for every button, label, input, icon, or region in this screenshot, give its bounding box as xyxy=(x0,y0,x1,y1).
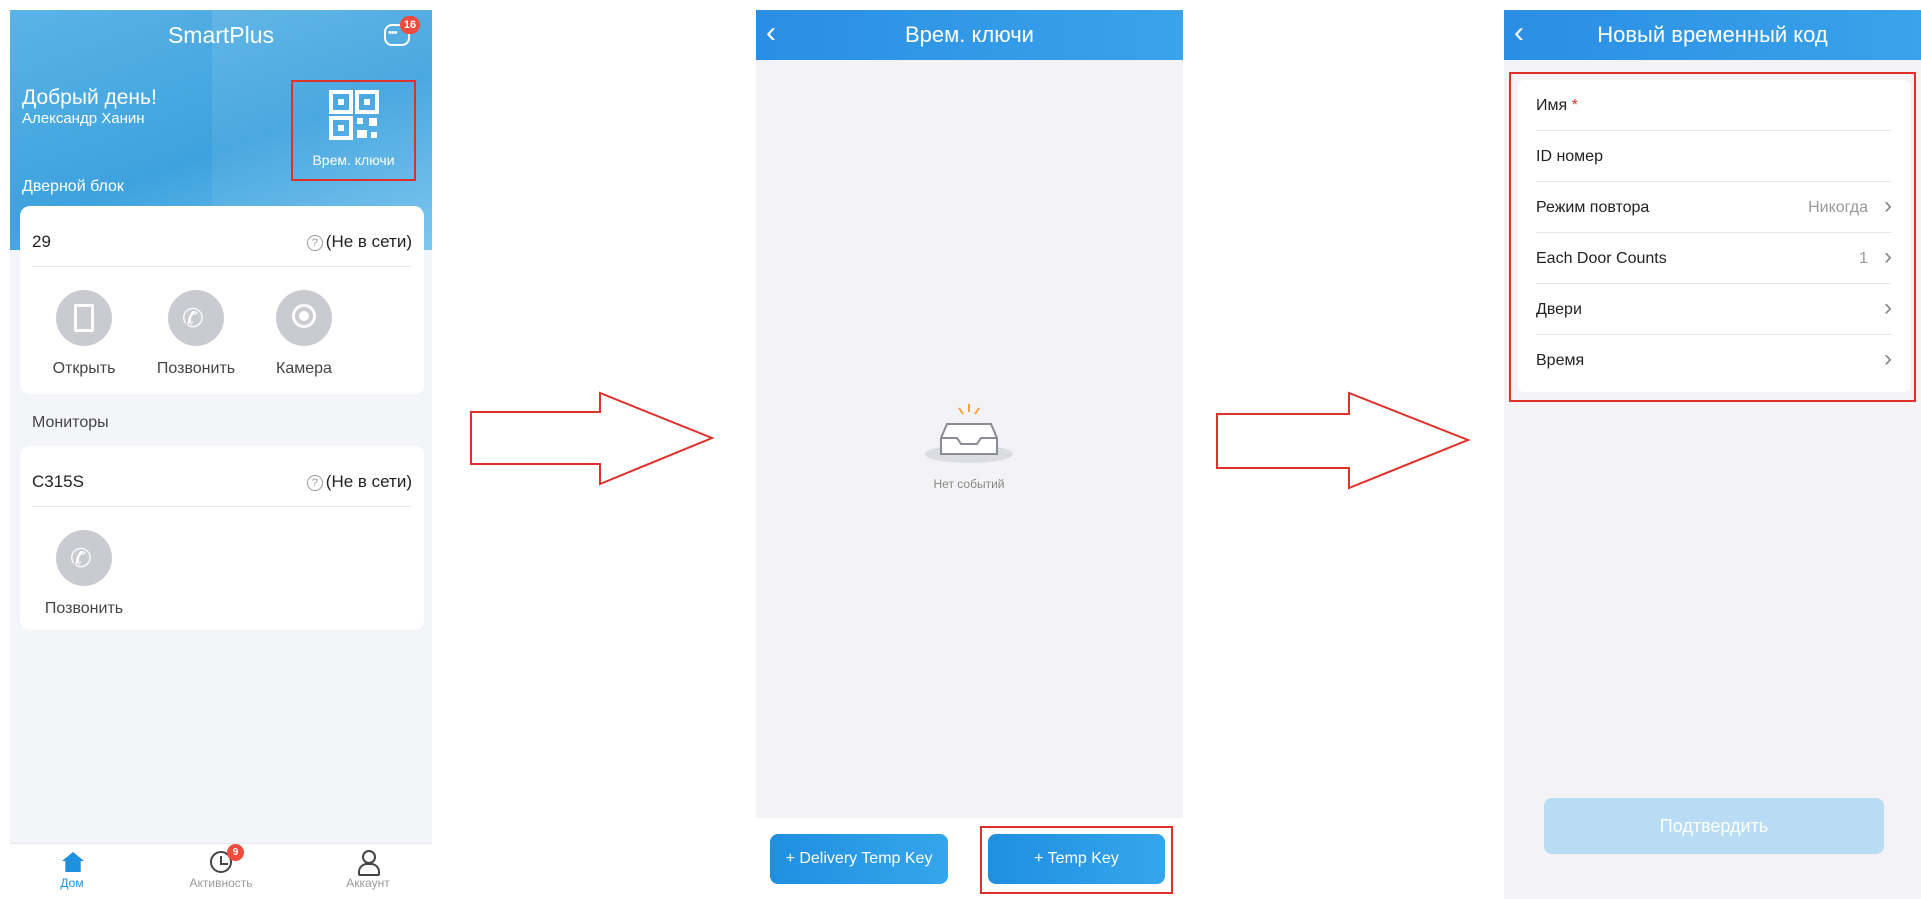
bottom-tab-bar: Дом 9 Активность Аккаунт xyxy=(10,843,432,899)
door-icon xyxy=(56,290,112,346)
help-icon[interactable]: ? xyxy=(306,475,323,491)
empty-state: Нет событий xyxy=(919,400,1019,491)
divider xyxy=(32,506,412,507)
monitor-device-name: C315S xyxy=(32,472,84,491)
monitor-device-status: ? (Не в сети) xyxy=(306,472,412,492)
tab-activity[interactable]: 9 Активность xyxy=(171,844,271,890)
monitor-call-label: Позвонить xyxy=(44,600,124,617)
camera-action[interactable]: Камера xyxy=(252,290,356,378)
chevron-right-icon: › xyxy=(1884,294,1892,321)
call-action[interactable]: ✆ Позвонить xyxy=(144,290,248,378)
tab-home[interactable]: Дом xyxy=(22,850,122,890)
door-device-name: 29 xyxy=(32,232,51,251)
camera-label: Камера xyxy=(276,360,332,377)
nav-bar: ‹ Новый временный код xyxy=(1504,10,1921,60)
tab-activity-label: Активность xyxy=(189,876,253,890)
monitor-call-action[interactable]: ✆ Позвонить xyxy=(32,530,136,618)
call-label: Позвонить xyxy=(156,360,236,377)
new-temp-code-screen: ‹ Новый временный код Имя * ID номер Реж… xyxy=(1504,10,1921,899)
divider xyxy=(32,266,412,267)
tab-account[interactable]: Аккаунт xyxy=(318,850,418,890)
greeting-text: Добрый день! xyxy=(22,86,157,109)
empty-inbox-icon xyxy=(925,404,1013,463)
temp-keys-screen: ‹ Врем. ключи Нет событий + Delivery Tem… xyxy=(756,10,1183,899)
person-icon xyxy=(357,850,380,876)
nav-bar: ‹ Врем. ключи xyxy=(756,10,1183,60)
home-icon xyxy=(62,852,84,872)
qr-code-icon xyxy=(329,90,379,140)
door-device-card: 29 ? (Не в сети) Открыть ✆ Позвонить Каме… xyxy=(20,206,424,394)
each-door-counts-value: 1 xyxy=(1859,250,1868,267)
each-door-counts-row[interactable]: Each Door Counts 1 › xyxy=(1536,233,1892,284)
name-label: Имя xyxy=(1536,97,1568,114)
tab-account-label: Аккаунт xyxy=(346,876,390,890)
temp-key-button[interactable]: + Temp Key xyxy=(988,834,1165,884)
temp-keys-button[interactable]: Врем. ключи xyxy=(291,80,416,181)
confirm-button[interactable]: Подтвердить xyxy=(1544,798,1884,854)
chevron-right-icon: › xyxy=(1884,243,1892,270)
doors-label: Двери xyxy=(1536,301,1582,318)
messages-badge: 16 xyxy=(400,16,420,34)
flow-arrow-icon xyxy=(1216,391,1471,490)
temp-keys-label: Врем. ключи xyxy=(312,152,395,168)
each-door-counts-label: Each Door Counts xyxy=(1536,250,1667,267)
id-number-field[interactable]: ID номер xyxy=(1536,131,1892,182)
phone-icon: ✆ xyxy=(56,530,112,586)
app-title: SmartPlus xyxy=(167,22,275,48)
monitors-section-label: Мониторы xyxy=(32,414,109,431)
page-title: Врем. ключи xyxy=(905,22,1034,47)
delivery-temp-key-button[interactable]: + Delivery Temp Key xyxy=(770,834,948,884)
door-device-status: ? (Не в сети) xyxy=(306,232,412,252)
phone-icon: ✆ xyxy=(168,290,224,346)
activity-badge: 9 xyxy=(227,844,244,861)
time-label: Время xyxy=(1536,352,1585,369)
open-door-action[interactable]: Открыть xyxy=(32,290,136,378)
open-door-label: Открыть xyxy=(52,360,116,377)
home-screen: SmartPlus 16 Добрый день! Александр Хани… xyxy=(10,10,432,899)
repeat-mode-value: Никогда xyxy=(1808,199,1868,216)
required-mark: * xyxy=(1571,97,1578,114)
page-title: Новый временный код xyxy=(1597,22,1828,47)
user-name: Александр Ханин xyxy=(22,110,145,127)
time-row[interactable]: Время › xyxy=(1536,335,1892,386)
help-icon[interactable]: ? xyxy=(306,235,323,251)
repeat-mode-row[interactable]: Режим повтора Никогда › xyxy=(1536,182,1892,233)
empty-state-text: Нет событий xyxy=(933,477,1005,491)
temp-code-form: Имя * ID номер Режим повтора Никогда › E… xyxy=(1518,80,1910,392)
flow-arrow-icon xyxy=(470,391,715,486)
bottom-action-bar: + Delivery Temp Key + Temp Key xyxy=(756,818,1183,899)
tab-home-label: Дом xyxy=(60,876,84,890)
door-section-label: Дверной блок xyxy=(22,178,124,195)
id-number-label: ID номер xyxy=(1536,148,1603,165)
doors-row[interactable]: Двери › xyxy=(1536,284,1892,335)
camera-icon xyxy=(276,290,332,346)
chevron-right-icon: › xyxy=(1884,345,1892,372)
repeat-mode-label: Режим повтора xyxy=(1536,199,1650,216)
name-field[interactable]: Имя * xyxy=(1536,80,1892,131)
monitor-device-card: C315S ? (Не в сети) ✆ Позвонить xyxy=(20,446,424,630)
chevron-right-icon: › xyxy=(1884,192,1892,219)
